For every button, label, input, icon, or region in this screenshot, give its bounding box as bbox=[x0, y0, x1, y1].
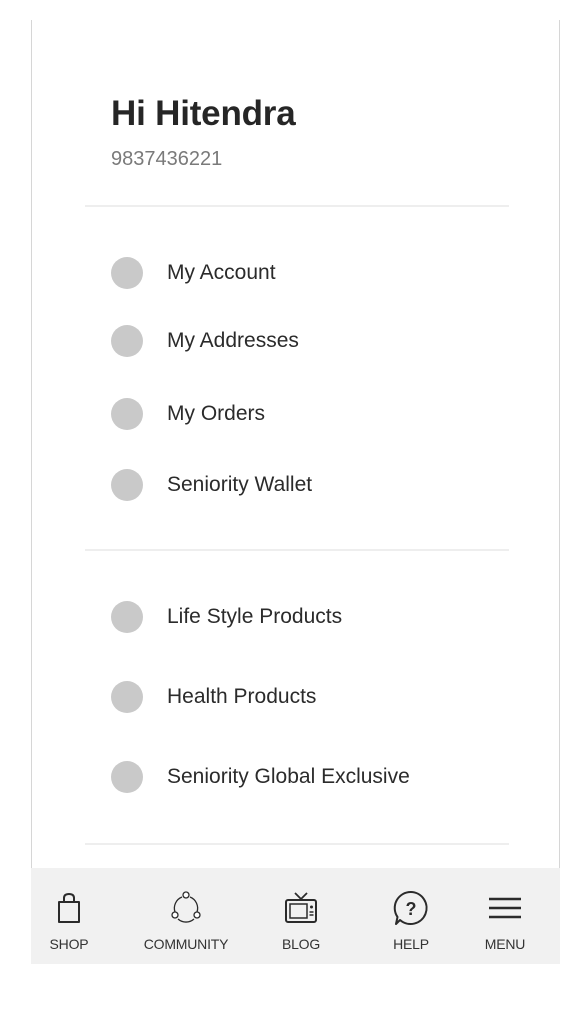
menu-item-label: Seniority Wallet bbox=[167, 473, 313, 496]
nav-community-button[interactable]: COMMUNITY bbox=[131, 868, 241, 964]
menu-item-label: My Addresses bbox=[167, 329, 299, 352]
menu-item-my-orders[interactable]: My Orders bbox=[111, 394, 511, 434]
bullet-icon bbox=[111, 469, 143, 501]
nav-shop-label: SHOP bbox=[49, 936, 89, 952]
side-menu-panel: Hi Hitendra 9837436221 My Account My Add… bbox=[31, 20, 560, 868]
bottom-navigation-bar: SHOP COMMUNITY BLOG ? HELP MENU bbox=[31, 868, 560, 964]
menu-item-label: Life Style Products bbox=[167, 605, 343, 628]
svg-text:?: ? bbox=[406, 899, 417, 919]
community-icon bbox=[166, 888, 206, 928]
nav-community-label: COMMUNITY bbox=[143, 936, 229, 952]
hamburger-menu-icon bbox=[485, 888, 525, 928]
menu-item-life-style-products[interactable]: Life Style Products bbox=[111, 597, 511, 637]
menu-item-seniority-wallet[interactable]: Seniority Wallet bbox=[111, 465, 511, 505]
menu-item-my-account[interactable]: My Account bbox=[111, 253, 511, 293]
menu-item-label: Seniority Global Exclusive bbox=[167, 765, 410, 788]
nav-menu-button[interactable]: MENU bbox=[475, 868, 535, 964]
menu-item-health-products[interactable]: Health Products bbox=[111, 677, 511, 717]
divider bbox=[85, 205, 509, 207]
user-phone: 9837436221 bbox=[111, 148, 223, 170]
bullet-icon bbox=[111, 398, 143, 430]
bullet-icon bbox=[111, 761, 143, 793]
page: Hi Hitendra 9837436221 My Account My Add… bbox=[0, 0, 572, 1032]
bullet-icon bbox=[111, 601, 143, 633]
nav-help-button[interactable]: ? HELP bbox=[381, 868, 441, 964]
menu-item-seniority-global-exclusive[interactable]: Seniority Global Exclusive bbox=[111, 757, 511, 797]
menu-item-label: Health Products bbox=[167, 685, 317, 708]
nav-shop-button[interactable]: SHOP bbox=[39, 868, 99, 964]
bullet-icon bbox=[111, 325, 143, 357]
tv-icon bbox=[281, 888, 321, 928]
menu-item-my-addresses[interactable]: My Addresses bbox=[111, 321, 511, 361]
help-icon: ? bbox=[391, 888, 431, 928]
nav-blog-button[interactable]: BLOG bbox=[271, 868, 331, 964]
divider bbox=[85, 549, 509, 551]
user-greeting: Hi Hitendra bbox=[111, 94, 296, 133]
bullet-icon bbox=[111, 257, 143, 289]
divider bbox=[85, 843, 509, 845]
nav-help-label: HELP bbox=[393, 936, 429, 952]
menu-item-label: My Orders bbox=[167, 402, 266, 425]
shopping-bag-icon bbox=[49, 888, 89, 928]
nav-menu-label: MENU bbox=[484, 936, 526, 952]
nav-blog-label: BLOG bbox=[281, 936, 321, 952]
menu-item-label: My Account bbox=[167, 261, 276, 284]
bullet-icon bbox=[111, 681, 143, 713]
